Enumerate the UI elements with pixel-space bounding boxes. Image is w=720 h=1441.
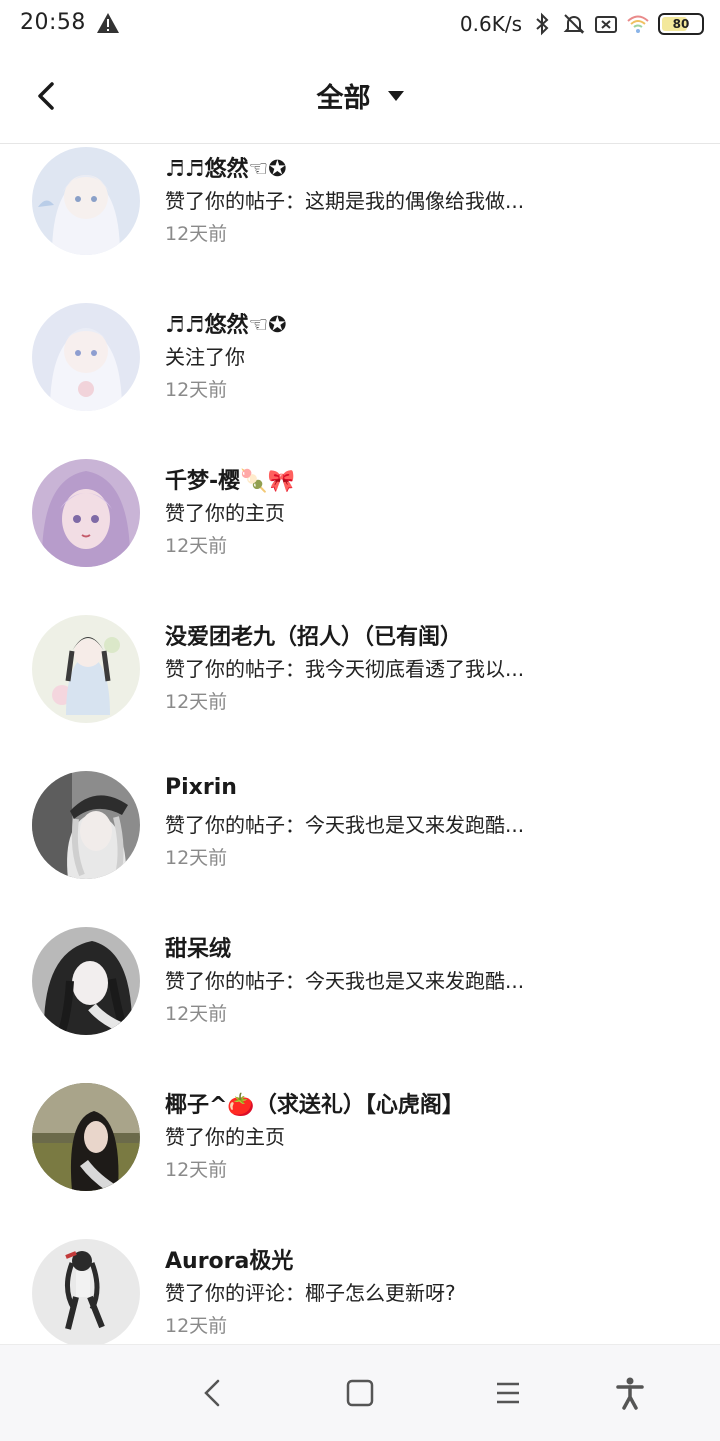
avatar[interactable] xyxy=(32,1083,140,1191)
list-item[interactable]: 甜呆绒 赞了你的帖子：今天我也是又来发跑酷... 12天前 xyxy=(0,927,720,1083)
battery-level: 80 xyxy=(672,17,690,31)
user-name[interactable]: 没爱团老九（招人）（已有闺） xyxy=(165,619,462,651)
accessibility-icon[interactable] xyxy=(612,1375,648,1411)
page-title[interactable]: 全部 xyxy=(316,83,370,114)
list-item[interactable]: 椰子^🍅（求送礼）【心虎阁】 赞了你的主页 12天前 xyxy=(0,1083,720,1239)
user-name[interactable]: ♬♬悠然☜✪ xyxy=(165,307,287,339)
notification-time: 12天前 xyxy=(165,535,228,557)
notification-text: 赞了你的主页 xyxy=(165,1125,285,1149)
avatar[interactable] xyxy=(32,459,140,567)
notification-text: 关注了你 xyxy=(165,345,245,369)
notification-list[interactable]: ♬♬悠然☜✪ 赞了你的帖子：这期是我的偶像给我做... 12天前 ♬♬悠然☜✪ … xyxy=(0,143,720,1344)
sim-off-icon xyxy=(595,16,617,33)
avatar[interactable] xyxy=(32,303,140,411)
status-time: 20:58 xyxy=(20,10,86,35)
nav-menu-icon[interactable] xyxy=(490,1375,526,1411)
nav-back-icon[interactable] xyxy=(196,1375,232,1411)
list-item[interactable]: 千梦-樱🍡🎀 赞了你的主页 12天前 xyxy=(0,459,720,615)
user-name[interactable]: ♬♬悠然☜✪ xyxy=(165,151,287,183)
list-item[interactable]: Aurora极光 赞了你的评论：椰子怎么更新呀? 12天前 xyxy=(0,1239,720,1344)
user-name[interactable]: 甜呆绒 xyxy=(165,931,231,963)
filter-dropdown[interactable]: 全部 xyxy=(0,76,720,115)
notification-time: 12天前 xyxy=(165,1315,228,1337)
notification-text: 赞了你的帖子：我今天彻底看透了我以... xyxy=(165,657,525,681)
notification-text: 赞了你的评论：椰子怎么更新呀? xyxy=(165,1281,456,1305)
avatar[interactable] xyxy=(32,927,140,1035)
avatar[interactable] xyxy=(32,147,140,255)
user-name[interactable]: 千梦-樱🍡🎀 xyxy=(165,463,295,495)
notification-text: 赞了你的帖子：这期是我的偶像给我做... xyxy=(165,189,525,213)
status-bar: 20:58 0.6K/s 80 xyxy=(0,0,720,48)
notification-time: 12天前 xyxy=(165,379,228,401)
list-item[interactable]: 没爱团老九（招人）（已有闺） 赞了你的帖子：我今天彻底看透了我以... 12天前 xyxy=(0,615,720,771)
notification-time: 12天前 xyxy=(165,1159,228,1181)
header: 全部 xyxy=(0,48,720,144)
wifi-icon xyxy=(627,15,649,33)
user-name[interactable]: Pixrin xyxy=(165,775,237,800)
notification-time: 12天前 xyxy=(165,1003,228,1025)
notification-text: 赞了你的主页 xyxy=(165,501,285,525)
battery-icon: 80 xyxy=(658,13,704,35)
system-navigation-bar xyxy=(0,1344,720,1441)
user-name[interactable]: 椰子^🍅（求送礼）【心虎阁】 xyxy=(165,1087,464,1119)
user-name[interactable]: Aurora极光 xyxy=(165,1243,293,1275)
network-speed: 0.6K/s xyxy=(459,12,522,36)
list-item[interactable]: ♬♬悠然☜✪ 关注了你 12天前 xyxy=(0,303,720,459)
notification-time: 12天前 xyxy=(165,691,228,713)
notification-text: 赞了你的帖子：今天我也是又来发跑酷... xyxy=(165,969,525,993)
warning-icon xyxy=(97,13,119,33)
notification-text: 赞了你的帖子：今天我也是又来发跑酷... xyxy=(165,813,525,837)
avatar[interactable] xyxy=(32,1239,140,1344)
bluetooth-icon xyxy=(536,12,549,36)
caret-down-icon[interactable] xyxy=(387,90,404,101)
status-right-group: 0.6K/s 80 xyxy=(460,8,704,40)
avatar[interactable] xyxy=(32,615,140,723)
notification-time: 12天前 xyxy=(165,847,228,869)
nav-home-icon[interactable] xyxy=(342,1375,378,1411)
mute-bell-icon xyxy=(563,14,585,34)
avatar[interactable] xyxy=(32,771,140,879)
list-item[interactable]: Pixrin 赞了你的帖子：今天我也是又来发跑酷... 12天前 xyxy=(0,771,720,927)
list-item[interactable]: ♬♬悠然☜✪ 赞了你的帖子：这期是我的偶像给我做... 12天前 xyxy=(0,147,720,303)
notification-time: 12天前 xyxy=(165,223,228,245)
